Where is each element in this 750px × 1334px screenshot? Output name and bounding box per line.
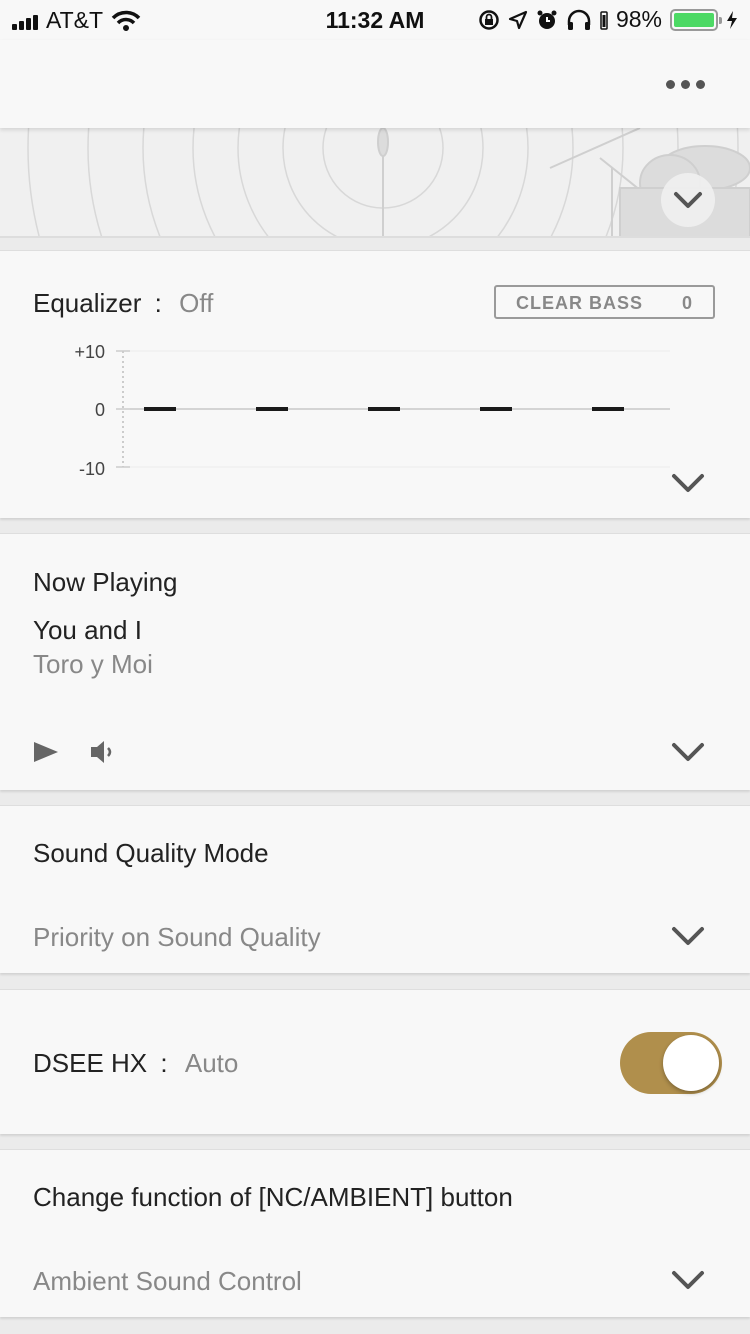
now-playing-chevron-down-icon[interactable] <box>671 742 705 762</box>
nc-ambient-chevron-down-icon[interactable] <box>671 1270 705 1290</box>
sound-quality-title: Sound Quality Mode <box>33 838 269 868</box>
equalizer-graph: +10 0 -10 <box>74 342 670 479</box>
volume-icon[interactable] <box>89 739 117 765</box>
status-right: 98% <box>478 6 738 33</box>
dsee-separator: : <box>160 1048 168 1078</box>
headphones-icon <box>567 9 591 30</box>
status-bar: AT&T 11:32 AM 98% <box>0 0 750 40</box>
eq-band-marker[interactable] <box>256 407 288 411</box>
header-illustration <box>0 128 750 238</box>
eq-tick-minus10: -10 <box>79 459 105 479</box>
eq-band-marker[interactable] <box>368 407 400 411</box>
headphones-battery-icon <box>600 10 608 30</box>
sound-waves-illustration <box>27 128 750 236</box>
clear-bass-value: 0 <box>681 293 693 313</box>
nc-ambient-card[interactable]: Change function of [NC/AMBIENT] button A… <box>0 1149 750 1317</box>
dsee-toggle[interactable] <box>620 1032 722 1094</box>
clear-bass-label: CLEAR BASS <box>516 293 644 313</box>
eq-band-marker[interactable] <box>480 407 512 411</box>
track-title: You and I <box>33 615 142 645</box>
charging-icon <box>727 10 737 29</box>
battery-percent: 98% <box>615 6 662 32</box>
equalizer-separator: : <box>154 288 162 318</box>
now-playing-card[interactable]: Now Playing You and I Toro y Moi <box>0 533 750 790</box>
equalizer-heading: Equalizer : Off <box>33 288 213 319</box>
chevron-down-icon <box>674 192 702 208</box>
eq-band-marker[interactable] <box>144 407 176 411</box>
header-expand-button[interactable] <box>661 173 715 227</box>
orientation-lock-icon <box>479 9 499 30</box>
battery-icon <box>670 8 722 31</box>
sound-quality-value: Priority on Sound Quality <box>33 922 321 952</box>
equalizer-value: Off <box>179 288 214 318</box>
equalizer-card[interactable]: Equalizer : Off CLEAR BASS 0 +10 0 -10 <box>0 250 750 518</box>
sound-quality-card[interactable]: Sound Quality Mode Priority on Sound Qua… <box>0 805 750 973</box>
dsee-value: Auto <box>184 1048 239 1078</box>
dsee-card: DSEE HX : Auto <box>0 989 750 1134</box>
alarm-icon <box>537 10 557 29</box>
eq-tick-zero: 0 <box>95 400 105 420</box>
clear-bass-badge[interactable]: CLEAR BASS 0 <box>494 285 715 319</box>
dsee-heading: DSEE HX : Auto <box>33 1048 238 1079</box>
eq-band-marker[interactable] <box>592 407 624 411</box>
toggle-knob <box>663 1035 719 1091</box>
eq-tick-plus10: +10 <box>74 342 105 362</box>
equalizer-chevron-down-icon[interactable] <box>671 473 705 493</box>
equalizer-title: Equalizer <box>33 288 142 318</box>
sound-quality-chevron-down-icon[interactable] <box>671 926 705 946</box>
play-icon[interactable] <box>33 741 59 763</box>
nav-bar <box>0 40 750 128</box>
nc-ambient-value: Ambient Sound Control <box>33 1266 302 1296</box>
dsee-title: DSEE HX <box>33 1048 148 1078</box>
more-icon[interactable] <box>666 74 706 94</box>
location-icon <box>508 10 528 29</box>
artist-name: Toro y Moi <box>33 649 153 679</box>
nc-ambient-title: Change function of [NC/AMBIENT] button <box>33 1182 513 1212</box>
now-playing-title: Now Playing <box>33 567 178 597</box>
